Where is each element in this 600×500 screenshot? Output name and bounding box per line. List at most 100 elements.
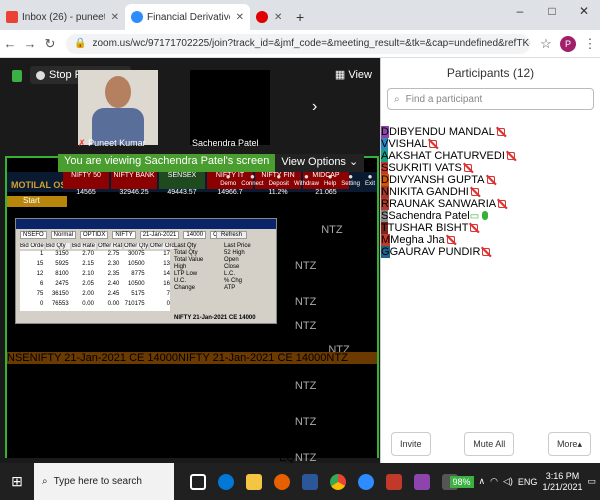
shared-screen[interactable]: MOTILAL OSWAL Start NIFTY 50 14565 NIFTY B… bbox=[5, 156, 379, 500]
participant-item[interactable]: RRAUNAK SANWARIA bbox=[381, 198, 600, 210]
description: NIFTY 21-Jan-2021 CE 14700 bbox=[178, 364, 327, 376]
order-stat-label: L.C. bbox=[224, 271, 236, 277]
participants-panel: Participants (12) ⌕ Find a participant D… bbox=[380, 58, 600, 463]
taskbar-search[interactable]: ⌕ Type here to search bbox=[34, 463, 174, 500]
refresh-button: Refresh bbox=[216, 231, 248, 239]
order-stat-label: U.C. bbox=[174, 278, 186, 284]
zoom-icon bbox=[131, 11, 143, 23]
order-depth-row: 1 3150 2.70 2.75 30075 17 bbox=[20, 251, 170, 261]
view-options-button[interactable]: View Options ⌄ bbox=[275, 154, 365, 172]
index-value: 49443.57 bbox=[167, 189, 197, 196]
order-depth-row: 15 5925 2.15 2.30 10500 13 bbox=[20, 261, 170, 271]
order-cell: 7 bbox=[166, 291, 170, 297]
wifi-icon[interactable]: ◠ bbox=[490, 476, 498, 487]
url-text: zoom.us/wc/97171702225/join?track_id=&jm… bbox=[92, 38, 530, 49]
symbol-name: ACC EQ bbox=[279, 224, 322, 236]
participant-item[interactable]: MMegha Jha bbox=[381, 234, 600, 246]
participant-item[interactable]: DDIBYENDU MANDAL bbox=[381, 126, 600, 138]
tab-zoom[interactable]: Financial Derivatives ✕ bbox=[125, 4, 250, 30]
tab-gmail[interactable]: Inbox (26) - puneetkumar.yps@ ✕ bbox=[0, 4, 125, 30]
participant-item[interactable]: TTUSHAR BISHT bbox=[381, 222, 600, 234]
file-explorer-icon[interactable] bbox=[246, 473, 262, 490]
record-icon bbox=[256, 11, 268, 23]
edge-icon[interactable] bbox=[218, 473, 234, 490]
order-depth-row: 6 2475 2.05 2.40 10500 16 bbox=[20, 281, 170, 291]
participant-name: SUKRITI VATS bbox=[388, 162, 462, 174]
index-value: 21.065 bbox=[315, 189, 337, 196]
back-icon[interactable]: ← bbox=[0, 36, 20, 51]
firefox-icon[interactable] bbox=[274, 473, 290, 490]
order-cell: 8775 bbox=[131, 271, 145, 277]
menu-icon[interactable]: ⋮ bbox=[580, 36, 600, 52]
index-tile: SENSEX 49443.57 bbox=[159, 172, 205, 196]
participant-name: NIKITA GANDHI bbox=[388, 186, 469, 198]
minimize-button[interactable]: – bbox=[504, 4, 536, 18]
toolbar-label: Withdraw bbox=[293, 181, 319, 187]
new-tab-button[interactable]: + bbox=[290, 4, 310, 30]
photos-icon[interactable] bbox=[386, 473, 402, 490]
zoom-app-icon[interactable] bbox=[358, 473, 374, 490]
order-stat-label: High bbox=[174, 264, 187, 270]
volume-icon[interactable]: ◁) bbox=[503, 476, 513, 487]
order-cell: 2.30 bbox=[107, 261, 120, 267]
search-placeholder: Find a participant bbox=[405, 93, 483, 105]
security-shield-icon[interactable] bbox=[12, 70, 22, 82]
participant-item[interactable]: DDIVYANSH GUPTA bbox=[381, 174, 600, 186]
participant-item[interactable]: VVISHAL bbox=[381, 138, 600, 150]
mute-all-button[interactable]: Mute All bbox=[464, 432, 515, 456]
participant-avatar: M bbox=[381, 234, 391, 246]
video-tile-puneet[interactable] bbox=[78, 70, 158, 145]
star-icon[interactable]: ☆ bbox=[536, 36, 556, 52]
order-cell: 2.00 bbox=[82, 291, 94, 297]
next-page-icon[interactable]: › bbox=[312, 98, 317, 116]
order-depth-row: 75 36150 2.00 2.45 5175 7 bbox=[20, 291, 170, 301]
close-window-button[interactable]: ✕ bbox=[568, 4, 600, 18]
order-cell: 13 bbox=[163, 261, 170, 267]
clock-date: 1/21/2021 bbox=[542, 481, 583, 492]
participant-item[interactable]: SSUKRITI VATS bbox=[381, 162, 600, 174]
notifications-icon[interactable]: ▭ bbox=[587, 476, 596, 487]
exchange-code: NTZ bbox=[294, 416, 317, 428]
store-icon[interactable] bbox=[302, 473, 318, 490]
invite-button[interactable]: Invite bbox=[391, 432, 431, 456]
symbol: CIPLA EQ bbox=[29, 328, 80, 340]
participant-item[interactable]: GGAURAV PUNDIR bbox=[381, 246, 600, 258]
order-stat-label: 52 High bbox=[224, 250, 245, 256]
order-cell: 0.00 bbox=[107, 301, 120, 307]
maximize-button[interactable]: □ bbox=[536, 4, 568, 18]
order-field: OPTIDX bbox=[80, 231, 109, 239]
order-cell: 16 bbox=[163, 281, 170, 287]
order-stat-label: LTP Low bbox=[174, 271, 198, 277]
participant-item[interactable]: SSachendra Patel▭ bbox=[381, 210, 600, 222]
screen-share-icon: ▭ bbox=[469, 211, 480, 222]
media-icon[interactable] bbox=[414, 473, 430, 490]
profile-avatar[interactable]: P bbox=[560, 35, 576, 52]
video-tile-sachendra[interactable] bbox=[190, 70, 270, 145]
close-icon[interactable]: ✕ bbox=[111, 12, 119, 23]
exchange: NSE bbox=[7, 340, 30, 352]
close-icon[interactable]: ✕ bbox=[236, 12, 244, 23]
windows-start-icon[interactable]: ⊞ bbox=[0, 473, 34, 490]
search-icon: ⌕ bbox=[42, 476, 48, 487]
forward-icon[interactable]: → bbox=[20, 36, 40, 51]
url-field[interactable]: 🔒 zoom.us/wc/97171702225/join?track_id=&… bbox=[66, 33, 530, 54]
battery-indicator[interactable]: 98% bbox=[449, 475, 474, 488]
order-cell: 2.75 bbox=[107, 251, 120, 257]
reload-icon[interactable]: ↻ bbox=[40, 36, 60, 52]
market-watch: NSEFONormalOPTIDXNIFTY21-Jan-202114000 CE… bbox=[7, 212, 377, 500]
close-icon[interactable]: ✕ bbox=[274, 12, 282, 23]
chrome-icon[interactable] bbox=[330, 473, 346, 490]
view-button[interactable]: ▦ View bbox=[335, 68, 372, 81]
chevron-up-icon[interactable]: ∧ bbox=[479, 476, 486, 487]
participant-item[interactable]: AAKSHAT CHATURVEDI bbox=[381, 150, 600, 162]
order-cell: 2.70 bbox=[82, 251, 94, 257]
tab-recording[interactable]: ✕ bbox=[250, 4, 290, 30]
more-button[interactable]: More ▴ bbox=[547, 432, 591, 456]
participant-avatar: G bbox=[381, 246, 390, 258]
participant-item[interactable]: NNIKITA GANDHI bbox=[381, 186, 600, 198]
participant-search-input[interactable]: ⌕ Find a participant bbox=[387, 88, 594, 110]
code: NTZ bbox=[210, 376, 233, 388]
clock[interactable]: 3:16 PM 1/21/2021 bbox=[542, 471, 582, 493]
language-indicator[interactable]: ENG bbox=[518, 477, 538, 487]
task-view-icon[interactable] bbox=[190, 473, 206, 490]
